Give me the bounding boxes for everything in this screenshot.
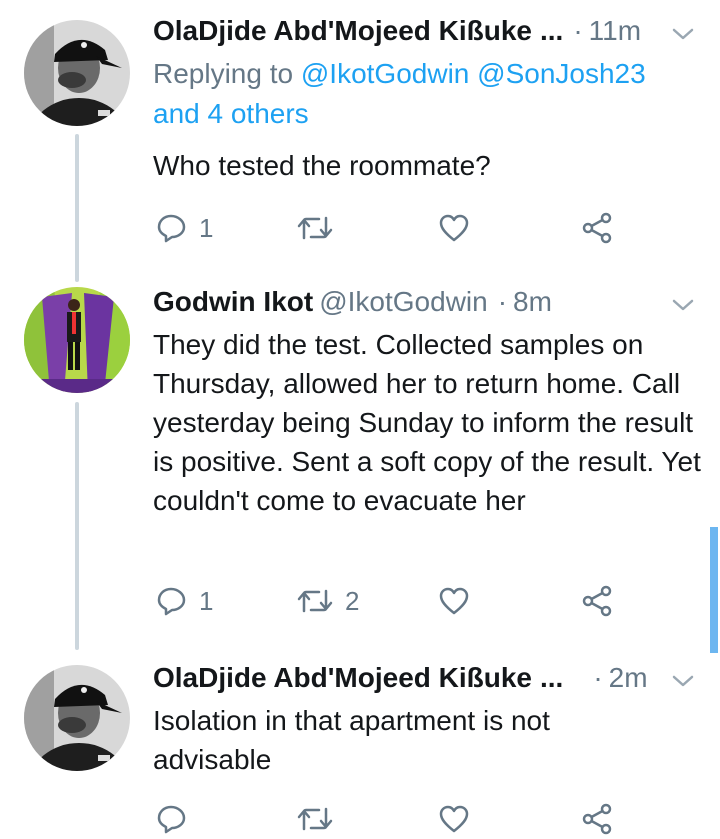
- tweet[interactable]: OlaDjide Abd'Mojeed Kißuke ... · 11m Rep…: [0, 12, 720, 252]
- share-button[interactable]: [581, 581, 613, 621]
- timestamp[interactable]: 11m: [589, 15, 641, 47]
- user-handle[interactable]: @IkotGodwin: [319, 286, 488, 318]
- avatar[interactable]: [24, 665, 130, 771]
- heart-icon: [439, 214, 469, 242]
- separator-dot: ·: [573, 15, 583, 46]
- reply-count: 1: [199, 212, 214, 243]
- tweet[interactable]: Godwin Ikot @IkotGodwin · 8m They did th…: [0, 283, 720, 633]
- reply-others-link[interactable]: and 4 others: [153, 98, 309, 129]
- display-name[interactable]: OlaDjide Abd'Mojeed Kißuke: [153, 15, 532, 47]
- avatar[interactable]: [24, 20, 130, 126]
- tweet-text: Who tested the roommate?: [153, 150, 491, 181]
- share-icon: [582, 585, 612, 617]
- reply-count: 1: [199, 585, 214, 616]
- retweet-button[interactable]: [297, 208, 345, 248]
- display-name[interactable]: OlaDjide Abd'Mojeed Kißuke: [153, 662, 532, 694]
- heart-icon: [439, 587, 469, 615]
- reply-button[interactable]: 1: [157, 581, 213, 621]
- reply-handles-link[interactable]: @IkotGodwin @SonJosh23: [301, 58, 646, 89]
- separator-dot: ·: [497, 286, 508, 317]
- avatar[interactable]: [24, 287, 130, 393]
- share-icon: [582, 803, 612, 835]
- name-truncation: ...: [540, 662, 564, 693]
- retweet-button[interactable]: [297, 799, 333, 839]
- share-button[interactable]: [581, 799, 613, 839]
- heart-icon: [439, 805, 469, 833]
- separator-dot: ·: [593, 662, 603, 693]
- reply-icon: [157, 805, 186, 834]
- tweet[interactable]: OlaDjide Abd'Mojeed Kißuke ... · 2m Isol…: [0, 659, 720, 835]
- action-bar: [153, 799, 623, 839]
- retweet-count: 2: [345, 585, 360, 616]
- like-button[interactable]: [438, 581, 482, 621]
- scrollbar[interactable]: [710, 527, 718, 653]
- share-icon: [582, 212, 612, 244]
- chevron-down-icon[interactable]: [670, 667, 696, 689]
- display-name[interactable]: Godwin Ikot: [153, 286, 313, 318]
- share-button[interactable]: [581, 208, 613, 248]
- like-button[interactable]: [438, 799, 470, 839]
- reply-button[interactable]: [157, 799, 187, 839]
- replying-to-label: Replying to: [153, 58, 294, 89]
- retweet-icon: [297, 589, 333, 613]
- retweet-icon: [297, 807, 333, 831]
- timestamp[interactable]: 2m: [609, 662, 648, 694]
- like-button[interactable]: [438, 208, 482, 248]
- reply-icon: [157, 214, 186, 243]
- retweet-button[interactable]: 2: [297, 581, 359, 621]
- tweet-text: They did the test. Collected samples on …: [153, 329, 701, 516]
- name-truncation: ...: [540, 15, 564, 46]
- reply-button[interactable]: 1: [157, 208, 213, 248]
- action-bar: 1: [153, 208, 623, 248]
- timestamp[interactable]: 8m: [513, 286, 552, 318]
- reply-icon: [157, 587, 186, 616]
- replying-to: Replying to @IkotGodwin @SonJosh23 and 4…: [153, 54, 693, 134]
- action-bar: 1 2: [153, 581, 623, 621]
- retweet-icon: [297, 216, 333, 240]
- tweet-text: Isolation in that apartment is not advis…: [153, 705, 550, 775]
- chevron-down-icon[interactable]: [670, 291, 696, 313]
- chevron-down-icon[interactable]: [670, 20, 696, 42]
